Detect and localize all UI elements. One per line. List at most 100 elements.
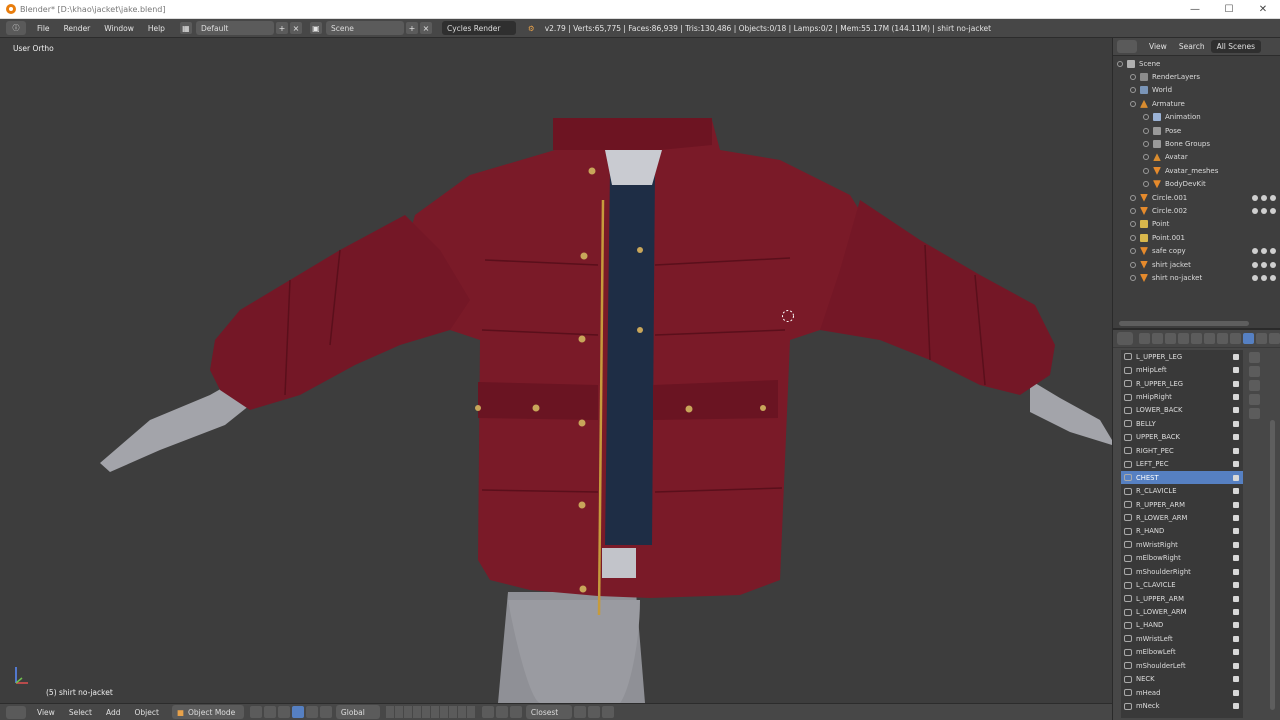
expand-toggle-icon[interactable]	[1143, 141, 1149, 148]
vertex-group-item[interactable]: L_LOWER_ARM	[1121, 605, 1243, 618]
tab-view[interactable]: View	[1143, 40, 1173, 53]
outliner-row[interactable]: Animation	[1113, 111, 1280, 124]
add-vertex-group-button[interactable]	[1249, 352, 1260, 363]
shading-icon[interactable]	[249, 706, 262, 718]
visibility-toggles[interactable]	[1252, 194, 1276, 201]
vertex-group-item[interactable]: mElbowLeft	[1121, 646, 1243, 659]
expand-toggle-icon[interactable]	[1130, 207, 1136, 214]
layer-buttons[interactable]	[385, 706, 476, 718]
lock-icon[interactable]	[1233, 434, 1239, 441]
lock-icon[interactable]	[1233, 501, 1239, 508]
expand-toggle-icon[interactable]	[1143, 181, 1149, 188]
scene-tab-icon[interactable]	[1165, 333, 1176, 344]
menu-file[interactable]: File	[30, 24, 57, 33]
camera-icon[interactable]	[1270, 194, 1276, 201]
maximize-button[interactable]: ☐	[1212, 0, 1246, 19]
lock-icon[interactable]	[1233, 380, 1239, 387]
cursor-select-icon[interactable]	[1261, 207, 1267, 214]
outliner-row[interactable]: Avatar	[1113, 151, 1280, 164]
expand-toggle-icon[interactable]	[1117, 60, 1123, 67]
vertex-group-item[interactable]: mHipRight	[1121, 390, 1243, 403]
lock-icon[interactable]	[1233, 609, 1239, 616]
outliner-row[interactable]: Bone Groups	[1113, 137, 1280, 150]
vertex-group-item[interactable]: mElbowRight	[1121, 552, 1243, 565]
cursor-select-icon[interactable]	[1261, 274, 1267, 281]
lock-icon[interactable]	[1233, 622, 1239, 629]
editor-type-info-icon[interactable]: ⓘ	[6, 21, 26, 35]
expand-toggle-icon[interactable]	[1130, 221, 1136, 228]
outliner-row[interactable]: Armature	[1113, 97, 1280, 110]
lock-icon[interactable]	[1233, 689, 1239, 696]
vertex-group-item[interactable]: mWristLeft	[1121, 632, 1243, 645]
expand-toggle-icon[interactable]	[1130, 194, 1136, 201]
close-button[interactable]: ✕	[1246, 0, 1280, 19]
scene-icon[interactable]: ▣	[309, 22, 322, 34]
editor-type-3dview-icon[interactable]	[6, 705, 26, 719]
vertex-group-item[interactable]: NECK	[1121, 673, 1243, 686]
eye-icon[interactable]	[1252, 274, 1258, 281]
lock-icon[interactable]	[1233, 407, 1239, 414]
eye-icon[interactable]	[1252, 194, 1258, 201]
mesh-data-tab-icon[interactable]	[1243, 333, 1254, 344]
visibility-toggles[interactable]	[1252, 207, 1276, 214]
menu-select[interactable]: Select	[62, 708, 99, 717]
outliner-row[interactable]: Pose	[1113, 124, 1280, 137]
expand-toggle-icon[interactable]	[1143, 167, 1149, 174]
vertex-group-item[interactable]: LEFT_PEC	[1121, 458, 1243, 471]
expand-toggle-icon[interactable]	[1130, 234, 1136, 241]
move-down-button[interactable]	[1249, 408, 1260, 419]
outliner-row[interactable]: Avatar_meshes	[1113, 164, 1280, 177]
texture-tab-icon[interactable]	[1269, 333, 1280, 344]
outliner-row[interactable]: Point.001	[1113, 231, 1280, 244]
screen-layout-dropdown[interactable]: Default	[195, 21, 274, 35]
cursor-select-icon[interactable]	[1261, 248, 1267, 255]
camera-icon[interactable]	[1270, 274, 1276, 281]
expand-toggle-icon[interactable]	[1130, 248, 1136, 255]
vertex-group-specials-button[interactable]	[1249, 380, 1260, 391]
menu-add[interactable]: Add	[99, 708, 128, 717]
menu-object[interactable]: Object	[127, 708, 165, 717]
rotate-manipulator-icon[interactable]	[305, 706, 318, 718]
vertex-group-item[interactable]: R_LOWER_ARM	[1121, 511, 1243, 524]
modifiers-tab-icon[interactable]	[1217, 333, 1228, 344]
render-tab-icon[interactable]	[1139, 333, 1150, 344]
vertex-group-item[interactable]: L_UPPER_LEG	[1121, 350, 1243, 363]
scale-manipulator-icon[interactable]	[319, 706, 332, 718]
snap-target-dropdown[interactable]: Closest	[525, 705, 572, 719]
menu-view[interactable]: View	[30, 708, 62, 717]
move-up-button[interactable]	[1249, 394, 1260, 405]
material-tab-icon[interactable]	[1256, 333, 1267, 344]
vertex-group-item[interactable]: RIGHT_PEC	[1121, 444, 1243, 457]
world-tab-icon[interactable]	[1178, 333, 1189, 344]
object-tab-icon[interactable]	[1191, 333, 1202, 344]
expand-toggle-icon[interactable]	[1143, 127, 1149, 134]
menu-render[interactable]: Render	[57, 24, 98, 33]
lock-icon[interactable]	[1233, 353, 1239, 360]
remove-layout-button[interactable]: ×	[289, 22, 302, 34]
properties-scrollbar[interactable]	[1270, 420, 1275, 710]
tab-all-scenes[interactable]: All Scenes	[1210, 40, 1262, 53]
translate-manipulator-icon[interactable]	[291, 706, 304, 718]
vertex-group-item[interactable]: L_UPPER_ARM	[1121, 592, 1243, 605]
vertex-group-item[interactable]: BELLY	[1121, 417, 1243, 430]
lock-icon[interactable]	[1233, 662, 1239, 669]
lock-icon[interactable]	[1233, 528, 1239, 535]
scene-dropdown[interactable]: Scene	[325, 21, 404, 35]
tab-search[interactable]: Search	[1173, 40, 1211, 53]
expand-toggle-icon[interactable]	[1130, 100, 1136, 107]
remove-scene-button[interactable]: ×	[419, 22, 432, 34]
render-engine-dropdown[interactable]: Cycles Render	[441, 21, 516, 35]
render-layers-tab-icon[interactable]	[1152, 333, 1163, 344]
lock-icon[interactable]	[1233, 582, 1239, 589]
expand-toggle-icon[interactable]	[1130, 74, 1136, 81]
vertex-group-item[interactable]: mShoulderLeft	[1121, 659, 1243, 672]
lock-icon[interactable]	[1233, 488, 1239, 495]
lock-icon[interactable]	[1233, 568, 1239, 575]
visibility-toggles[interactable]	[1252, 274, 1276, 281]
lock-layers-icon[interactable]	[481, 706, 494, 718]
snap-toggle-icon[interactable]	[509, 706, 522, 718]
outliner-row[interactable]: World	[1113, 84, 1280, 97]
visibility-toggles[interactable]	[1252, 248, 1276, 255]
vertex-group-item[interactable]: mShoulderRight	[1121, 565, 1243, 578]
vertex-group-item[interactable]: R_UPPER_LEG	[1121, 377, 1243, 390]
